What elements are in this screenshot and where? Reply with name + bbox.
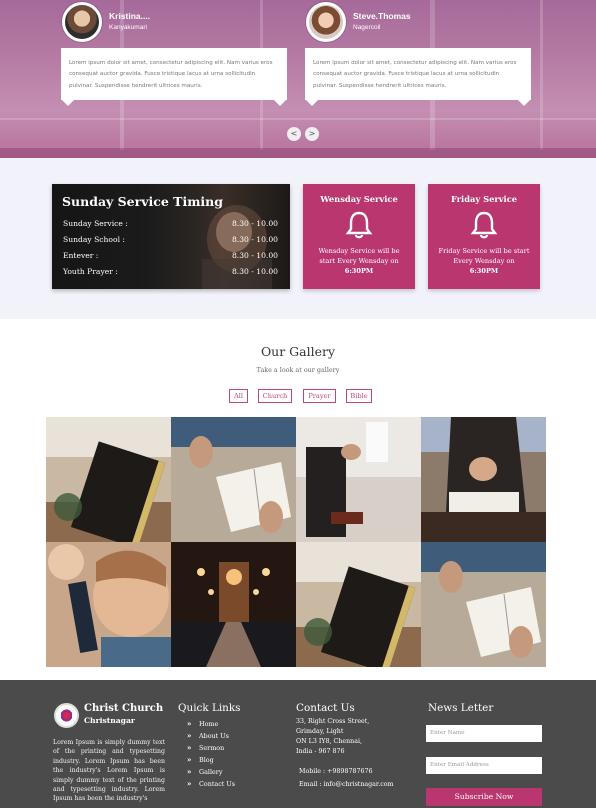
service-timing-title: Sunday Service Timing [62,194,224,209]
gallery-title: Our Gallery [260,344,336,359]
service-card-desc: Wensday Service will be start Every Wens… [318,247,400,266]
gallery-subtitle: Take a look at our gallery [256,366,340,374]
gallery-image[interactable] [46,417,171,542]
filter-bible[interactable]: Bible [346,389,372,403]
double-chevron-icon: » [187,767,192,776]
service-card-time: 6:30PM [344,267,374,275]
card-tail [61,99,75,106]
card-tail [305,99,319,106]
quick-link-label: Home [199,720,219,728]
church-interior-image [171,542,296,667]
timing-value: 8.30 - 10.00 [231,235,278,244]
bg-beam [540,0,543,150]
friday-service-card: Friday Service Friday Service will be st… [428,184,540,289]
contact-address-line: Grimday, Light [296,728,344,735]
wednesday-service-card: Wensday Service Wensday Service will be … [303,184,415,289]
reading-bible-image [421,542,546,667]
testimonial-avatar [306,2,346,42]
contact-address-line: India - 967 876 [296,748,345,755]
bg-band [0,148,596,158]
quick-links-title: Quick Links [178,702,241,714]
church-logo[interactable] [54,703,79,728]
gallery-image[interactable] [171,542,296,667]
filter-church[interactable]: Church [258,389,292,403]
filter-all[interactable]: All [229,389,248,403]
timing-value: 8.30 - 10.00 [231,267,278,276]
newsletter-name-input[interactable]: Enter Name [426,725,542,742]
bg-beam [0,118,596,120]
testimonial-card: Lorem ipsum dolor sit amet, consectetur … [305,48,531,106]
service-card-title: Friday Service [450,194,518,204]
gallery-image[interactable] [296,542,421,667]
boy-with-bible-image [46,542,171,667]
double-chevron-icon: » [187,731,192,740]
quick-link-label: Blog [199,756,214,764]
contact-address-line: ON L3 IY8, Chennai, [296,738,362,745]
double-chevron-icon: » [187,719,192,728]
timing-row: Sunday School : 8.30 - 10.00 [63,235,278,247]
gallery-image[interactable] [46,542,171,667]
testimonial-text: Lorem ipsum dolor sit amet, consectetur … [313,60,517,89]
timing-row: Sunday Service : 8.30 - 10.00 [63,219,278,231]
service-card-time: 6:30PM [469,267,499,275]
page: Kristina.... Kanyakumari Lorem ipsum dol… [0,0,596,808]
testimonial-location: Kanyakumari [109,24,147,31]
quick-link-label: Sermon [199,744,225,752]
quick-link-label: About Us [199,732,229,740]
card-tail [517,99,531,106]
timing-row: Youth Prayer : 8.30 - 10.00 [63,267,278,279]
timing-label: Sunday School : [63,235,125,244]
subscribe-button[interactable]: Subscribe Now [426,788,542,806]
contact-mobile: Mobile : +9898787676 [299,768,373,775]
gallery-image[interactable] [296,417,421,542]
newsletter-title: News Letter [428,702,494,714]
bell-icon [345,211,373,239]
contact-address-line: 33, Right Cross Street, [296,718,370,725]
testimonial-section: Kristina.... Kanyakumari Lorem ipsum dol… [0,0,596,158]
slider-next-button[interactable]: > [305,127,319,141]
card-tail [273,99,287,106]
reading-bible-image [171,417,296,542]
service-card-title: Wensday Service [320,194,398,204]
brand-name: Christ Church [84,703,164,714]
timing-value: 8.30 - 10.00 [231,219,278,228]
filter-prayer[interactable]: Prayer [303,389,336,403]
footer-about-text: Lorem Ipsum is simply dummy text of the … [53,739,165,803]
bible-on-table-image [296,542,421,667]
testimonial-name: Kristina.... [109,11,151,21]
testimonial-location: Nagercoil [353,24,381,31]
gallery-image[interactable] [171,417,296,542]
contact-email[interactable]: Email : info@christnagar.com [299,780,409,790]
testimonial-avatar [62,2,102,42]
service-card-desc: Friday Service will be start Every Wensd… [438,247,530,266]
slider-prev-button[interactable]: < [287,127,301,141]
timing-value: 8.30 - 10.00 [231,251,278,260]
contact-title: Contact Us [296,702,355,714]
services-section: Sunday Service Timing Sunday Service : 8… [0,158,596,319]
double-chevron-icon: » [187,755,192,764]
double-chevron-icon: » [187,743,192,752]
quick-link-label: Contact Us [199,780,236,788]
testimonial-name: Steve.Thomas [353,11,411,21]
timing-label: Entever : [63,251,99,260]
seated-man-image [296,417,421,542]
newsletter-email-input[interactable]: Enter Email Address [426,757,542,774]
gallery-image[interactable] [421,417,546,542]
timing-label: Youth Prayer : [63,267,118,276]
quick-link-label: Gallery [199,768,223,776]
double-chevron-icon: » [187,779,192,788]
bible-on-table-image [46,417,171,542]
brand-subname: Christnagar [84,716,135,725]
timing-label: Sunday Service : [63,219,128,228]
timing-row: Entever : 8.30 - 10.00 [63,251,278,263]
service-timing-card: Sunday Service Timing Sunday Service : 8… [52,184,290,289]
bell-icon [470,211,498,239]
testimonial-card: Lorem ipsum dolor sit amet, consectetur … [61,48,287,106]
woman-praying-image [421,417,546,542]
testimonial-text: Lorem ipsum dolor sit amet, consectetur … [69,60,273,89]
gallery-image[interactable] [421,542,546,667]
